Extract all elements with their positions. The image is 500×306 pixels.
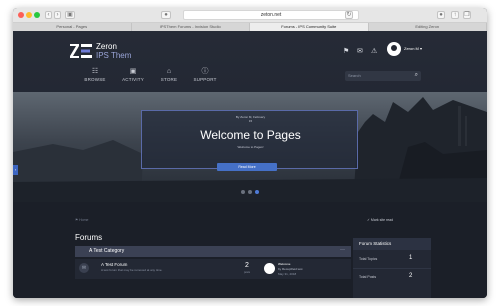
store-icon: ⌂ (166, 68, 172, 75)
nav-support[interactable]: ⓘ SUPPORT (185, 68, 225, 84)
nav-store[interactable]: ⌂ STORE (149, 68, 189, 84)
logo-text[interactable]: Zeron (96, 42, 117, 51)
carousel-dot[interactable] (248, 190, 252, 194)
forward-button[interactable]: › (54, 11, 61, 19)
stats-value: 2 (409, 273, 413, 279)
slide-comment-count: 15 (248, 119, 253, 123)
logo-icon[interactable] (70, 44, 92, 58)
reload-icon[interactable]: ↻ (345, 11, 353, 19)
site-header: Zeron IPS Them ⚑ ✉ ⚠ Zeron M ▾ ☷ BROWSE … (13, 31, 487, 92)
messages-mail-icon[interactable]: ✉ (357, 47, 363, 55)
forum-post-count-label: posts (244, 271, 250, 274)
forum-row[interactable]: ✉ A Test Forum A test forum that may be … (75, 259, 351, 279)
category-header[interactable]: A Test Category — (75, 246, 351, 257)
slide-panel: By Zeron M, February 15 Welcome to Pages… (141, 110, 358, 169)
nav-label: STORE (160, 77, 178, 82)
back-button[interactable]: ‹ (45, 11, 52, 19)
search-input[interactable]: Search ⌕ (345, 71, 421, 81)
stats-value: 1 (409, 255, 413, 261)
carousel-dot-active[interactable] (255, 190, 259, 194)
forum-title[interactable]: A Test Forum (101, 262, 127, 267)
share-icon[interactable]: ↑ (451, 11, 459, 19)
tabs-overview-icon[interactable]: ❐ (463, 11, 471, 19)
nav-browse[interactable]: ☷ BROWSE (75, 68, 115, 84)
tab-bar: Personal - Pages IPSThem Forums - Invisi… (13, 23, 487, 31)
nav-label: BROWSE (84, 77, 106, 82)
widget-title: Forum Statistics (353, 238, 431, 250)
grid-icon: ☷ (91, 68, 99, 75)
notifications-bell-icon[interactable]: ⚑ (343, 47, 349, 55)
collapse-toggle-icon[interactable]: — (340, 247, 345, 253)
forum-statistics-widget: Forum Statistics Total Topics 1 Total Po… (353, 238, 431, 298)
slide-subtitle: Welcome to Pages! (237, 145, 264, 149)
address-bar[interactable]: zeton.net (183, 10, 359, 20)
sidebar-toggle-icon[interactable]: ▣ (65, 11, 75, 19)
last-post-date: May 31, 2018 (278, 272, 297, 276)
hero-carousel: ‹ By Zeron M, February 15 Welcome to Pag… (13, 92, 487, 202)
browser-toolbar: ‹ › ▣ ● zeton.net ↻ ↑ ❐ ● (13, 8, 487, 23)
privacy-shield-icon[interactable]: ● (161, 11, 171, 19)
browser-tab[interactable]: IPSThem Forums - Invision Studio (132, 23, 250, 31)
last-post-title[interactable]: Welcome (278, 262, 290, 266)
nav-activity[interactable]: ▣ ACTIVITY (113, 68, 153, 84)
slide-author: By Zeron M, February 15 (142, 115, 359, 123)
carousel-prev-arrow-icon[interactable]: ‹ (13, 165, 18, 175)
reports-alert-icon[interactable]: ⚠ (371, 47, 377, 55)
maximize-window-icon[interactable] (34, 12, 40, 18)
forum-post-count: 2 (245, 262, 249, 269)
browser-window: ‹ › ▣ ● zeton.net ↻ ↑ ❐ ● Personal - Pag… (13, 8, 487, 298)
info-icon: ⓘ (201, 68, 209, 75)
extension-icon[interactable]: ● (437, 11, 445, 19)
browser-tab[interactable]: Personal - Pages (13, 23, 132, 31)
forum-status-icon: ✉ (79, 263, 89, 273)
search-placeholder: Search (348, 73, 361, 78)
nav-label: SUPPORT (193, 77, 217, 82)
page-title: Forums (75, 233, 103, 242)
category-title[interactable]: A Test Category (89, 248, 124, 255)
divider (353, 268, 431, 269)
activity-icon: ▣ (129, 68, 137, 75)
stats-label: Total Posts (359, 275, 377, 279)
user-menu[interactable]: Zeron M ▾ (404, 46, 422, 51)
mark-site-read-link[interactable]: ✓ Mark site read (367, 218, 393, 222)
breadcrumb[interactable]: ⚑ Home (75, 218, 88, 222)
carousel-dot[interactable] (241, 190, 245, 194)
browser-tab[interactable]: Editing Zeron (369, 23, 487, 31)
nav-label: ACTIVITY (122, 77, 144, 82)
browser-tab-active[interactable]: Forums - IPS Community Suite (250, 23, 369, 31)
stats-label: Total Topics (359, 257, 378, 261)
user-avatar[interactable] (387, 42, 401, 56)
main-content: ⚑ Home ✓ Mark site read Forums A Test Ca… (13, 202, 487, 298)
last-post-author[interactable]: by RecepReid test (278, 267, 303, 271)
last-poster-avatar[interactable] (264, 263, 275, 274)
slide-title[interactable]: Welcome to Pages (142, 128, 359, 142)
forum-description: A test forum that may be removed at any … (101, 268, 163, 272)
close-window-icon[interactable] (18, 12, 24, 18)
read-more-button[interactable]: Read More (217, 163, 277, 171)
minimize-window-icon[interactable] (26, 12, 32, 18)
logo-subtitle[interactable]: IPS Them (96, 51, 131, 60)
search-icon[interactable]: ⌕ (415, 72, 418, 79)
